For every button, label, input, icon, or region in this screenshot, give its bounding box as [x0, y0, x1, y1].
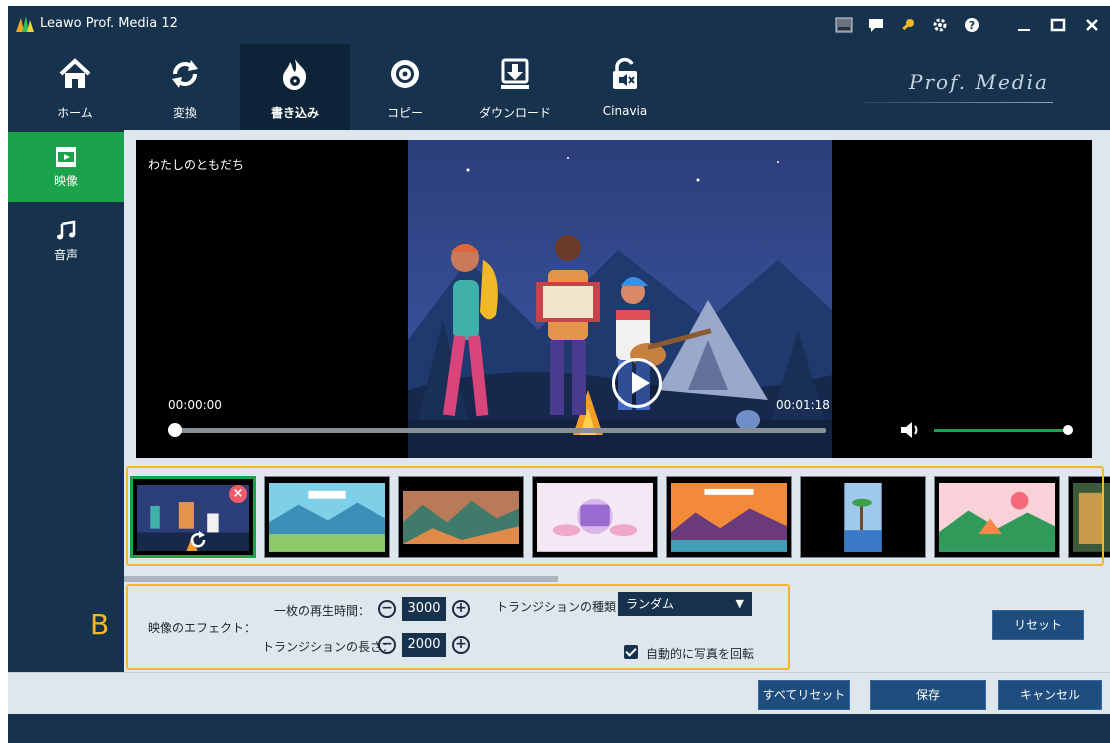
thumbnail-item[interactable] — [666, 476, 792, 558]
thumbnail-image — [671, 483, 787, 552]
nav-copy[interactable]: コピー — [350, 44, 460, 130]
footer-bar: すべてリセット 保存 キャンセル — [8, 672, 1110, 714]
sidebar-item-video[interactable]: 映像 — [8, 132, 124, 202]
leawo-logo-icon — [16, 16, 34, 32]
download-icon — [501, 58, 529, 89]
nav-burn-label: 書き込み — [270, 106, 319, 120]
nav-burn[interactable]: 書き込み — [240, 44, 350, 130]
transition-length-label: トランジションの長さ： — [262, 640, 395, 654]
sidebar-item-video-label: 映像 — [53, 174, 78, 188]
transition-length-increase-icon[interactable]: + — [452, 636, 470, 654]
brand-underline — [863, 102, 1053, 103]
volume-slider[interactable] — [934, 429, 1066, 432]
nav-cinavia[interactable]: Cinavia — [570, 44, 680, 130]
main-panel: わたしのともだち 00:00:00 00:01:18 × B 映像のエフェクト：… — [90, 130, 1110, 672]
seek-bar[interactable] — [176, 428, 826, 433]
auto-rotate-checkbox[interactable] — [624, 645, 638, 659]
nav-download[interactable]: ダウンロード — [460, 44, 570, 130]
thumbnail-image — [939, 483, 1055, 552]
duration-decrease-icon[interactable]: − — [378, 600, 396, 618]
thumbnail-image — [269, 483, 385, 552]
nav-home-label: ホーム — [57, 106, 93, 120]
auto-rotate-label: 自動的に写真を回転 — [646, 647, 755, 661]
thumbnail-item[interactable] — [800, 476, 926, 558]
cancel-button[interactable]: キャンセル — [998, 680, 1102, 710]
brand-logo: Prof. Media — [863, 66, 1063, 106]
volume-handle[interactable] — [1063, 425, 1073, 435]
thumbnail-item[interactable] — [1068, 476, 1110, 558]
thumbnail-image — [1073, 483, 1110, 552]
remove-thumbnail-icon[interactable]: × — [229, 485, 247, 503]
app-title: Leawo Prof. Media 12 — [40, 16, 178, 31]
copy-disc-icon — [391, 60, 419, 88]
chevron-down-icon: ▼ — [735, 597, 744, 610]
thumbnail-item[interactable] — [532, 476, 658, 558]
transition-length-decrease-icon[interactable]: − — [378, 636, 396, 654]
duration-label: 一枚の再生時間： — [274, 604, 371, 618]
annotation-label-b: B — [90, 608, 110, 641]
nav-convert-label: 変換 — [172, 106, 197, 120]
cinavia-icon — [613, 57, 637, 89]
thumbnail-item[interactable] — [934, 476, 1060, 558]
amd-icon[interactable] — [834, 15, 854, 35]
status-bar — [8, 714, 1110, 743]
main-nav: ホーム 変換 書き込み コピー ダウンロード Cinavia Prof. Med… — [8, 44, 1110, 130]
thumbnail-strip: × — [124, 464, 1110, 576]
sidebar-item-audio-label: 音声 — [53, 248, 78, 262]
nav-home[interactable]: ホーム — [20, 44, 130, 130]
thumbnail-item[interactable] — [398, 476, 524, 558]
sidebar: 映像 音声 — [8, 130, 124, 672]
maximize-icon[interactable] — [1048, 15, 1068, 35]
video-frame — [408, 140, 832, 458]
app-window: Leawo Prof. Media 12 ? ホーム 変換 書き込み コピー ダ… — [8, 6, 1110, 743]
thumbnail-item[interactable]: × — [130, 476, 256, 558]
play-button[interactable] — [612, 358, 662, 408]
reset-button[interactable]: リセット — [992, 610, 1084, 640]
help-icon[interactable]: ? — [962, 15, 982, 35]
key-icon[interactable] — [898, 15, 918, 35]
effects-title: 映像のエフェクト： — [148, 621, 257, 635]
time-current: 00:00:00 — [168, 398, 222, 412]
rotate-icon[interactable] — [187, 529, 209, 551]
burn-icon — [283, 59, 307, 90]
duration-input[interactable]: 3000 — [402, 597, 446, 621]
home-icon — [59, 58, 91, 88]
music-icon — [57, 220, 76, 240]
video-preview[interactable]: わたしのともだち 00:00:00 00:01:18 — [136, 140, 1092, 458]
svg-text:?: ? — [969, 19, 975, 32]
title-bar: Leawo Prof. Media 12 ? — [8, 6, 1110, 44]
effects-panel: B 映像のエフェクト： 一枚の再生時間： − 3000 + トランジションの長さ… — [90, 582, 1110, 672]
save-button[interactable]: 保存 — [870, 680, 986, 710]
convert-icon — [172, 60, 198, 88]
chat-icon[interactable] — [866, 15, 886, 35]
nav-cinavia-label: Cinavia — [602, 104, 648, 118]
gear-icon[interactable] — [930, 15, 950, 35]
video-icon — [56, 147, 76, 167]
video-title: わたしのともだち — [148, 158, 245, 172]
thumbnail-image — [537, 483, 653, 552]
transition-type-value: ランダム — [626, 597, 675, 611]
thumbnail-item[interactable] — [264, 476, 390, 558]
close-icon[interactable] — [1082, 15, 1102, 35]
transition-type-label: トランジションの種類： — [496, 600, 629, 614]
nav-copy-label: コピー — [386, 106, 423, 120]
thumbnail-image — [805, 483, 921, 552]
duration-increase-icon[interactable]: + — [452, 600, 470, 618]
reset-all-button[interactable]: すべてリセット — [758, 680, 850, 710]
brand-text: Prof. Media — [909, 70, 1049, 94]
thumbnail-image — [403, 483, 519, 552]
sidebar-item-audio[interactable]: 音声 — [8, 206, 124, 276]
volume-icon[interactable] — [900, 420, 922, 440]
transition-length-input[interactable]: 2000 — [402, 633, 446, 657]
minimize-icon[interactable] — [1014, 15, 1034, 35]
seek-handle[interactable] — [168, 423, 182, 437]
nav-convert[interactable]: 変換 — [130, 44, 240, 130]
nav-download-label: ダウンロード — [478, 106, 551, 120]
transition-type-select[interactable]: ランダム ▼ — [618, 592, 752, 616]
time-total: 00:01:18 — [776, 398, 830, 412]
